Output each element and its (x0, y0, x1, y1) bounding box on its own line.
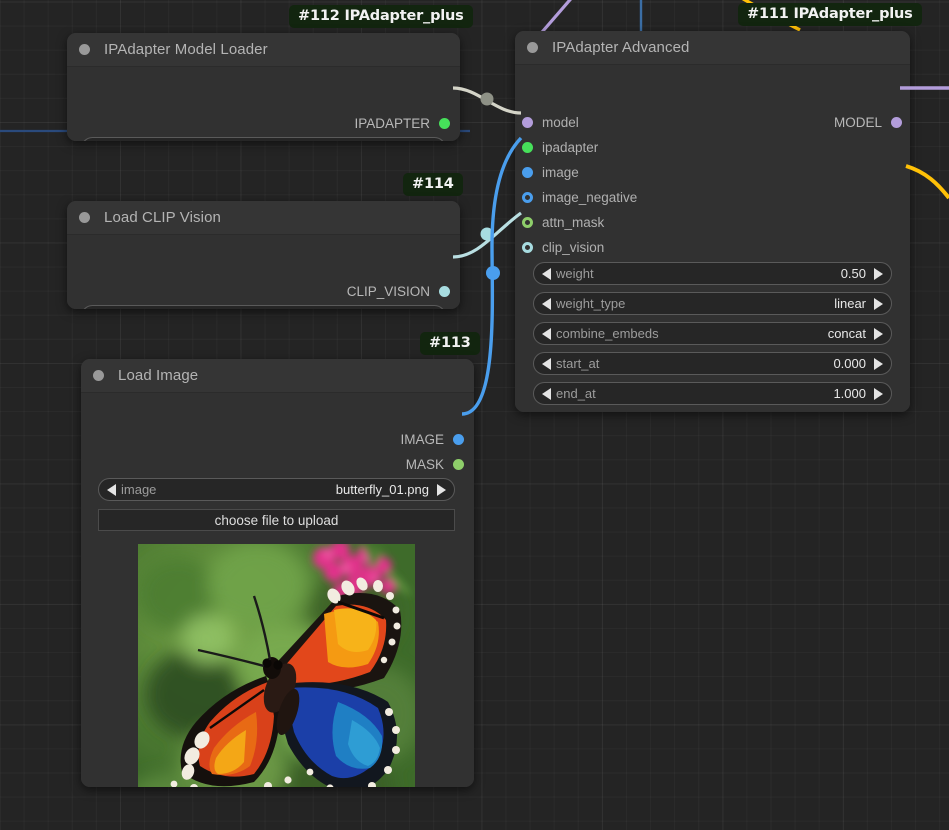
socket-dot-icon[interactable] (891, 116, 902, 128)
node-badge-111: #111 IPAdapter_plus (738, 3, 922, 26)
widget-label: image (121, 482, 157, 497)
widget-value: concat (827, 326, 866, 341)
increment-arrow-icon[interactable] (874, 327, 883, 340)
output-socket-model[interactable]: MODEL (834, 112, 902, 132)
node-body: CLIP_VISION clip_name CLIP-ViT-H-14-laio… (67, 235, 460, 309)
widget-label: start_at (556, 356, 600, 371)
widget-ipadapter-file[interactable]: ipadapter_file ip-adapter-plus_sdxl_vit-… (81, 137, 446, 141)
node-title: Load Image (118, 367, 199, 384)
widget-label: weight_type (556, 296, 626, 311)
node-graph-canvas[interactable]: #112 IPAdapter_plus IPAdapter Model Load… (0, 0, 949, 830)
butterfly-preview-graphic (138, 544, 415, 787)
input-socket-ipadapter[interactable]: ipadapter (522, 137, 598, 157)
widget-label: end_at (556, 386, 596, 401)
node-header[interactable]: Load Image (81, 359, 474, 393)
node-body: IMAGE MASK image butterfly_01.png choose… (81, 393, 474, 787)
node-badge-113: #113 (420, 332, 480, 355)
socket-dot-icon[interactable] (439, 117, 450, 129)
input-socket-label: model (542, 114, 579, 130)
socket-dot-icon[interactable] (522, 191, 533, 203)
widget-value: butterfly_01.png (335, 482, 429, 497)
node-ipadapter-model-loader[interactable]: IPAdapter Model Loader IPADAPTER ipadapt… (67, 33, 460, 141)
socket-dot-icon[interactable] (522, 241, 533, 253)
output-socket-image[interactable]: IMAGE (400, 429, 464, 449)
output-socket-ipadapter[interactable]: IPADAPTER (354, 113, 450, 133)
widget-weight[interactable]: weight 0.50 (533, 262, 892, 285)
node-load-image[interactable]: Load Image IMAGE MASK image butterfly_01… (81, 359, 474, 787)
widget-value: 0.000 (833, 356, 866, 371)
input-socket-attn-mask[interactable]: attn_mask (522, 212, 604, 232)
widget-value: 1.000 (833, 386, 866, 401)
socket-dot-icon[interactable] (453, 433, 464, 445)
increment-arrow-icon[interactable] (874, 357, 883, 370)
decrement-arrow-icon[interactable] (542, 267, 551, 280)
decrement-arrow-icon[interactable] (542, 327, 551, 340)
widget-weight-type[interactable]: weight_type linear (533, 292, 892, 315)
node-load-clip-vision[interactable]: Load CLIP Vision CLIP_VISION clip_name C… (67, 201, 460, 309)
input-socket-clip-vision[interactable]: clip_vision (522, 237, 604, 257)
node-title: IPAdapter Model Loader (104, 41, 268, 58)
node-header[interactable]: Load CLIP Vision (67, 201, 460, 235)
output-socket-label: CLIP_VISION (346, 283, 430, 299)
node-body: model ipadapter image image_negative att… (515, 65, 910, 412)
output-socket-mask[interactable]: MASK (406, 454, 464, 474)
collapse-dot-icon[interactable] (79, 44, 90, 55)
input-socket-image[interactable]: image (522, 162, 579, 182)
widget-combine-embeds[interactable]: combine_embeds concat (533, 322, 892, 345)
widget-image[interactable]: image butterfly_01.png (98, 478, 455, 501)
output-socket-label: MASK (405, 456, 444, 472)
increment-arrow-icon[interactable] (874, 387, 883, 400)
input-socket-label: image (542, 164, 579, 180)
node-title: IPAdapter Advanced (552, 39, 690, 56)
increment-arrow-icon[interactable] (437, 483, 446, 496)
widget-value: linear (834, 296, 866, 311)
input-socket-label: ipadapter (542, 139, 599, 155)
widget-label: combine_embeds (556, 326, 659, 341)
node-header[interactable]: IPAdapter Advanced (515, 31, 910, 65)
socket-dot-icon[interactable] (453, 458, 464, 470)
output-socket-label: MODEL (833, 114, 882, 130)
socket-dot-icon[interactable] (522, 141, 533, 153)
node-title: Load CLIP Vision (104, 209, 221, 226)
collapse-dot-icon[interactable] (93, 370, 104, 381)
increment-arrow-icon[interactable] (874, 297, 883, 310)
socket-dot-icon[interactable] (439, 285, 450, 297)
image-preview (138, 544, 415, 787)
output-socket-label: IMAGE (400, 431, 444, 447)
node-header[interactable]: IPAdapter Model Loader (67, 33, 460, 67)
collapse-dot-icon[interactable] (79, 212, 90, 223)
socket-dot-icon[interactable] (522, 116, 533, 128)
socket-dot-icon[interactable] (522, 166, 533, 178)
node-body: IPADAPTER ipadapter_file ip-adapter-plus… (67, 67, 460, 141)
widget-label: weight (556, 266, 594, 281)
widget-end-at[interactable]: end_at 1.000 (533, 382, 892, 405)
node-badge-114: #114 (403, 173, 463, 196)
node-ipadapter-advanced[interactable]: IPAdapter Advanced model ipadapter image… (515, 31, 910, 412)
increment-arrow-icon[interactable] (874, 267, 883, 280)
input-socket-label: image_negative (542, 189, 638, 205)
output-socket-clip-vision[interactable]: CLIP_VISION (347, 281, 450, 301)
collapse-dot-icon[interactable] (527, 42, 538, 53)
input-socket-label: attn_mask (542, 214, 605, 230)
widget-clip-name[interactable]: clip_name CLIP-ViT-H-14-laion2B-s32B-... (81, 305, 446, 309)
decrement-arrow-icon[interactable] (542, 387, 551, 400)
widget-value: 0.50 (840, 266, 866, 281)
decrement-arrow-icon[interactable] (107, 483, 116, 496)
input-socket-image-negative[interactable]: image_negative (522, 187, 637, 207)
input-socket-model[interactable]: model (522, 112, 579, 132)
socket-dot-icon[interactable] (522, 216, 533, 228)
widget-start-at[interactable]: start_at 0.000 (533, 352, 892, 375)
input-socket-label: clip_vision (542, 239, 605, 255)
decrement-arrow-icon[interactable] (542, 357, 551, 370)
node-badge-112: #112 IPAdapter_plus (289, 5, 473, 28)
decrement-arrow-icon[interactable] (542, 297, 551, 310)
choose-file-to-upload-button[interactable]: choose file to upload (98, 509, 455, 531)
output-socket-label: IPADAPTER (354, 115, 430, 131)
